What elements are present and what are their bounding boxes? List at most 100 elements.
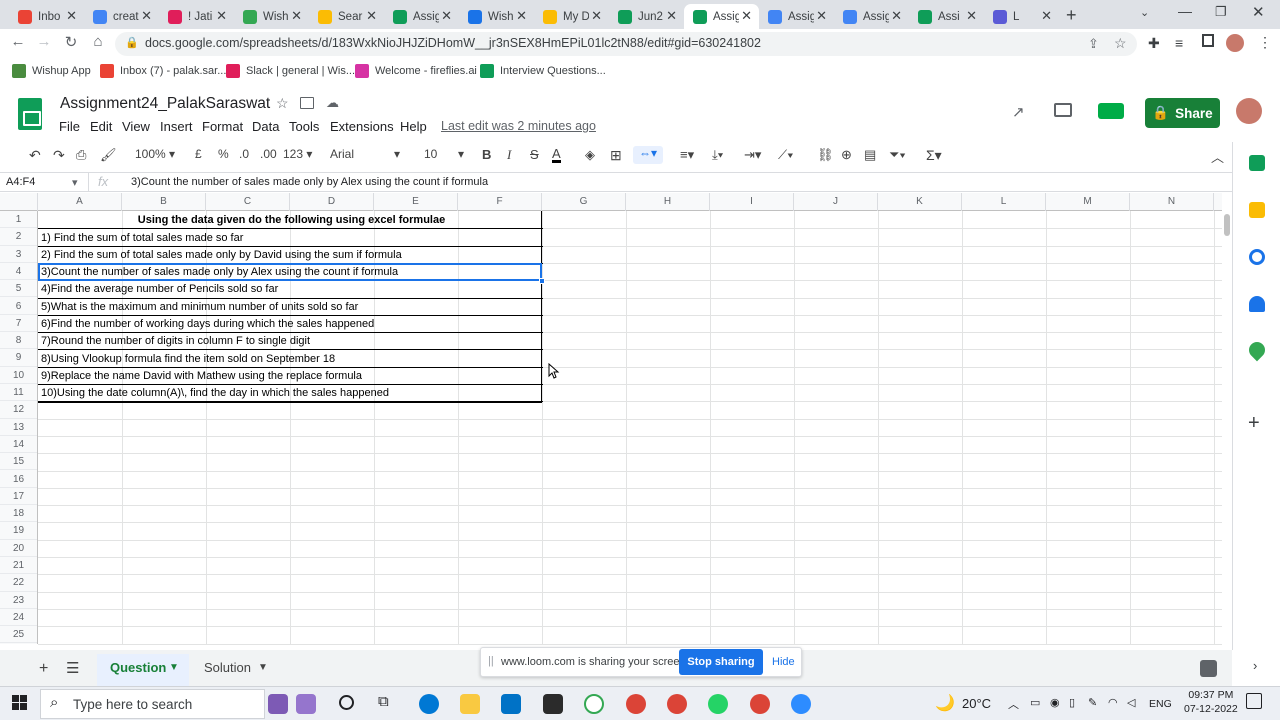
row-header[interactable]: 13 — [0, 419, 37, 436]
row-header[interactable]: 14 — [0, 436, 37, 454]
browser-tab[interactable]: Assig ✕ — [684, 4, 759, 29]
close-tab-icon[interactable]: ✕ — [591, 8, 602, 24]
camera-icon[interactable]: ◉ — [1050, 696, 1060, 709]
activity-trend-icon[interactable]: ↗ — [1012, 103, 1025, 121]
reload-icon[interactable]: ↻ — [60, 33, 82, 51]
column-header-c[interactable]: C — [206, 193, 290, 211]
bookmark-slack[interactable]: Slack | general | Wis... — [226, 64, 355, 78]
network-icon[interactable]: ▭ — [1030, 696, 1040, 709]
row-header[interactable]: 19 — [0, 522, 37, 540]
volume-icon[interactable]: ◁ — [1127, 696, 1135, 709]
row-header[interactable]: 11 — [0, 384, 37, 402]
column-header-e[interactable]: E — [374, 193, 458, 211]
browser-tab[interactable]: Assi ✕ — [909, 4, 984, 29]
name-box[interactable]: A4:F4 ▾ — [6, 176, 78, 189]
vertical-align-icon[interactable]: ⤓▾ — [712, 147, 723, 163]
tray-arrow-icon[interactable]: ︿ — [1008, 696, 1019, 712]
menu-format[interactable]: Format — [202, 119, 243, 134]
chrome-icon[interactable] — [750, 694, 770, 714]
calendar-icon[interactable] — [1249, 155, 1265, 171]
get-addons-icon[interactable]: + — [1248, 412, 1260, 435]
close-tab-icon[interactable]: ✕ — [216, 8, 227, 24]
text-wrapping-icon[interactable]: ⇥▾ — [744, 147, 761, 163]
text-color-icon[interactable]: A — [552, 147, 561, 163]
undo-icon[interactable]: ↶ — [29, 147, 41, 164]
keep-icon[interactable] — [1249, 202, 1265, 218]
text-rotation-icon[interactable]: ⟋▾ — [778, 147, 793, 163]
column-header-n[interactable]: N — [1130, 193, 1214, 211]
widget-icon[interactable] — [296, 694, 316, 714]
bookmark-inbox[interactable]: Inbox (7) - palak.sar... — [100, 64, 226, 78]
close-tab-icon[interactable]: ✕ — [816, 8, 827, 24]
browser-tab[interactable]: My D ✕ — [534, 4, 609, 29]
row-header[interactable]: 10 — [0, 367, 37, 384]
forward-icon[interactable]: → — [33, 33, 55, 50]
sidepanel-icon[interactable] — [1202, 34, 1214, 47]
italic-icon[interactable]: I — [507, 147, 511, 163]
close-tab-icon[interactable]: ✕ — [741, 8, 752, 24]
bookmark-interview[interactable]: Interview Questions... — [480, 64, 606, 78]
home-icon[interactable]: ⌂ — [87, 33, 109, 50]
decrease-decimal-button[interactable]: .0 — [239, 147, 249, 161]
row-header[interactable]: 22 — [0, 574, 37, 592]
filter-icon[interactable]: ⏷▾ — [889, 147, 906, 163]
browser-tab[interactable]: ! Jati ✕ — [159, 4, 234, 29]
column-header-k[interactable]: K — [878, 193, 962, 211]
insert-comment-icon[interactable]: ⊕ — [841, 147, 852, 163]
column-header-j[interactable]: J — [794, 193, 878, 211]
row-header[interactable]: 21 — [0, 557, 37, 575]
vertical-scrollbar[interactable] — [1222, 211, 1232, 650]
notifications-icon[interactable] — [1246, 693, 1262, 709]
file-explorer-icon[interactable] — [460, 694, 480, 714]
chevron-down-icon[interactable]: ▼ — [258, 662, 268, 673]
row-header[interactable]: 2 — [0, 228, 37, 246]
row-header[interactable]: 16 — [0, 471, 37, 488]
menu-help[interactable]: Help — [400, 119, 427, 134]
fill-handle[interactable] — [539, 278, 545, 284]
insert-link-icon[interactable]: ⛓ — [817, 147, 834, 163]
row-header[interactable]: 8 — [0, 332, 37, 350]
row-header[interactable]: 15 — [0, 453, 37, 471]
browser-tab[interactable]: Jun2 ✕ — [609, 4, 684, 29]
profile-avatar[interactable] — [1226, 34, 1244, 52]
row-header[interactable]: 7 — [0, 315, 37, 333]
url-text[interactable]: docs.google.com/spreadsheets/d/183WxkNio… — [145, 36, 761, 50]
browser-tab[interactable]: Assig ✕ — [384, 4, 459, 29]
row-header[interactable]: 1 — [0, 211, 37, 229]
extensions-icon[interactable]: ✚ — [1148, 35, 1160, 52]
column-header-m[interactable]: M — [1046, 193, 1130, 211]
paint-format-icon[interactable]: 🖌 — [100, 147, 117, 163]
column-header-i[interactable]: I — [710, 193, 794, 211]
close-tab-icon[interactable]: ✕ — [291, 8, 302, 24]
column-header-b[interactable]: B — [122, 193, 206, 211]
battery-icon[interactable]: ▯ — [1069, 696, 1075, 709]
close-window-icon[interactable]: ✕ — [1252, 3, 1265, 21]
row-header[interactable]: 9 — [0, 349, 37, 367]
menu-extensions[interactable]: Extensions — [330, 119, 394, 134]
row-header[interactable]: 25 — [0, 626, 37, 644]
chevron-down-icon[interactable]: ▼ — [169, 662, 179, 673]
scrollbar-thumb[interactable] — [1224, 214, 1230, 236]
sheet-tab-solution-label[interactable]: Solution — [204, 660, 251, 675]
app-icon[interactable] — [543, 694, 563, 714]
close-tab-icon[interactable]: ✕ — [366, 8, 377, 24]
more-formats-select[interactable]: 123 ▾ — [283, 147, 312, 161]
meet-icon[interactable] — [1098, 103, 1124, 119]
column-header-l[interactable]: L — [962, 193, 1046, 211]
print-icon[interactable]: ⎙ — [76, 147, 86, 163]
document-title[interactable]: Assignment24_PalakSaraswat — [60, 95, 270, 113]
close-tab-icon[interactable]: ✕ — [441, 8, 452, 24]
chrome-icon[interactable] — [626, 694, 646, 714]
back-icon[interactable]: ← — [7, 33, 29, 50]
menu-file[interactable]: File — [59, 119, 80, 134]
select-all-corner[interactable] — [0, 193, 38, 211]
wifi-icon[interactable]: ◠ — [1108, 696, 1118, 709]
widget-icon[interactable] — [268, 694, 288, 714]
browser-tab[interactable]: Assig ✕ — [759, 4, 834, 29]
stop-sharing-button[interactable]: Stop sharing — [679, 649, 763, 675]
column-header-d[interactable]: D — [290, 193, 374, 211]
browser-tab[interactable]: Assig ✕ — [834, 4, 909, 29]
row-header[interactable]: 18 — [0, 505, 37, 523]
zoom-select[interactable]: 100% ▾ — [135, 147, 175, 161]
close-tab-icon[interactable]: ✕ — [966, 8, 977, 24]
